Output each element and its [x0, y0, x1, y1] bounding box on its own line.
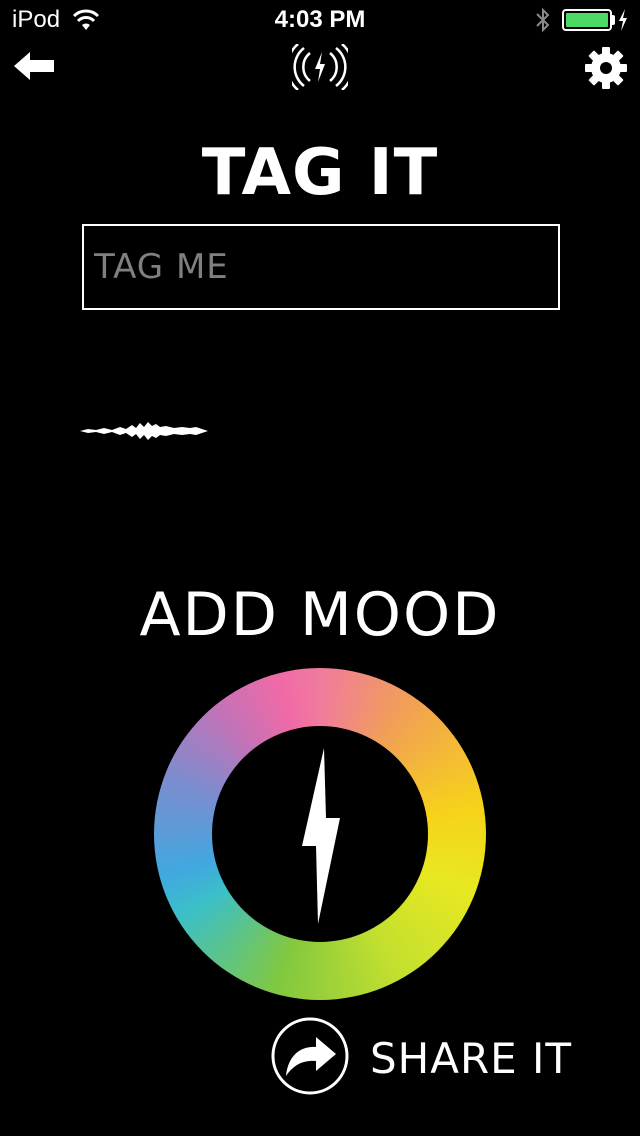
- lightning-bolt-icon: [302, 748, 340, 924]
- broadcast-bolt-icon: [292, 44, 348, 90]
- tag-input[interactable]: [82, 224, 560, 310]
- mood-title: ADD MOOD: [139, 580, 501, 650]
- share-arrow-icon: [271, 1017, 349, 1095]
- arrow-left-icon[interactable]: [12, 50, 56, 82]
- battery-fill: [566, 13, 608, 27]
- tag-title: TAG IT: [201, 136, 439, 210]
- share-button[interactable]: SHARE IT: [270, 1016, 573, 1096]
- gear-icon[interactable]: [584, 46, 628, 90]
- share-label: SHARE IT: [370, 1034, 573, 1083]
- bluetooth-icon: [536, 7, 550, 33]
- charging-bolt-icon: [619, 9, 627, 31]
- status-bar: iPod 4:03 PM: [0, 0, 640, 40]
- waveform-icon: [80, 422, 208, 440]
- battery-indicator: [562, 9, 612, 31]
- battery-tip: [612, 15, 615, 25]
